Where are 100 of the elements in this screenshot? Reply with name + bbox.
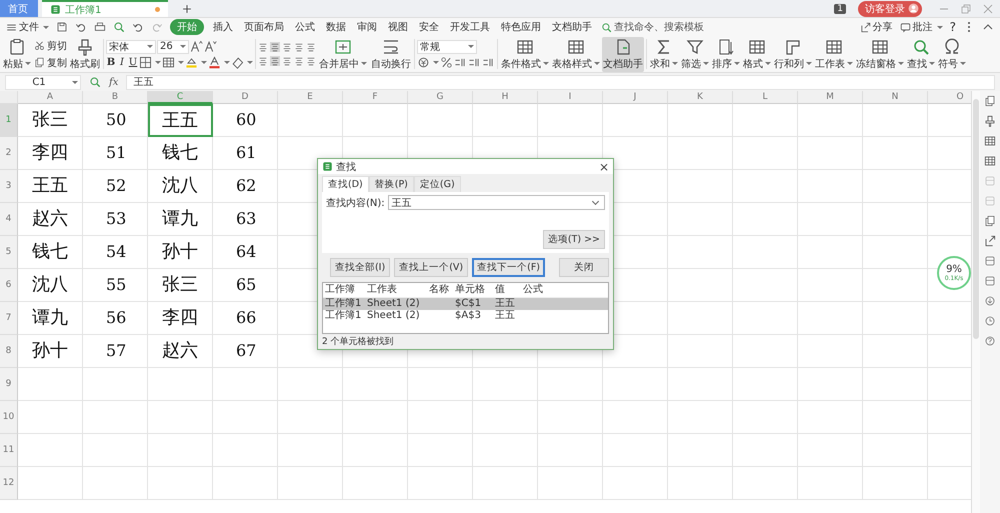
wrap-text-button[interactable]: 自动换行 xyxy=(370,36,412,72)
table-cell[interactable] xyxy=(668,467,733,500)
table-cell[interactable] xyxy=(733,236,798,269)
table-cell[interactable] xyxy=(148,467,213,500)
table-cell[interactable] xyxy=(798,434,863,467)
table-cell[interactable] xyxy=(863,401,928,434)
undo-icon[interactable] xyxy=(75,21,87,33)
table-cell[interactable] xyxy=(83,467,148,500)
grid-icon[interactable] xyxy=(984,155,996,167)
table-cell[interactable] xyxy=(603,104,668,137)
row-header[interactable]: 3 xyxy=(0,170,18,203)
table-cell[interactable]: 谭九 xyxy=(18,302,83,335)
menu-tab[interactable]: 页面布局 xyxy=(242,19,286,35)
ribbon-button[interactable]: 工作表 xyxy=(814,36,854,72)
table-cell[interactable]: 52 xyxy=(83,170,148,203)
menu-tab[interactable]: 特色应用 xyxy=(499,19,543,35)
table-cell[interactable] xyxy=(278,368,343,401)
table-cell[interactable] xyxy=(668,269,733,302)
table-cell[interactable] xyxy=(798,269,863,302)
ribbon-button[interactable]: 行和列 xyxy=(773,36,813,72)
panel-icon[interactable] xyxy=(984,255,996,267)
table-cell[interactable] xyxy=(18,401,83,434)
copy-button[interactable]: 复制 xyxy=(34,56,67,70)
table-cell[interactable] xyxy=(798,236,863,269)
help-button[interactable]: ? xyxy=(950,20,956,34)
table-cell[interactable] xyxy=(473,467,538,500)
history-icon[interactable] xyxy=(984,315,996,327)
table-cell[interactable] xyxy=(18,434,83,467)
notification-badge[interactable]: 1 xyxy=(834,4,846,14)
table-cell[interactable] xyxy=(408,401,473,434)
table-cell[interactable] xyxy=(538,467,603,500)
table-cell[interactable] xyxy=(83,401,148,434)
column-header[interactable]: F xyxy=(343,91,408,104)
table-cell[interactable] xyxy=(733,269,798,302)
row-header[interactable]: 2 xyxy=(0,137,18,170)
table-cell[interactable] xyxy=(538,104,603,137)
column-header[interactable]: H xyxy=(473,91,538,104)
column-header[interactable]: G xyxy=(408,91,473,104)
restore-icon[interactable] xyxy=(960,2,972,14)
table-cell[interactable] xyxy=(733,335,798,368)
merge-center-button[interactable]: 合并居中 xyxy=(318,36,368,72)
table-cell[interactable] xyxy=(863,467,928,500)
table-cell[interactable] xyxy=(798,302,863,335)
formula-input[interactable]: 王五 xyxy=(126,74,995,90)
table-cell[interactable]: 60 xyxy=(213,104,278,137)
table-cell[interactable] xyxy=(668,236,733,269)
table-cell[interactable] xyxy=(733,302,798,335)
row-header[interactable]: 8 xyxy=(0,335,18,368)
save-icon[interactable] xyxy=(56,21,68,33)
table-cell[interactable]: 沈八 xyxy=(18,269,83,302)
row-header[interactable]: 6 xyxy=(0,269,18,302)
paste-button[interactable]: 粘贴 xyxy=(2,36,32,72)
table-cell[interactable] xyxy=(863,368,928,401)
column-header[interactable]: J xyxy=(603,91,668,104)
table-cell[interactable]: 65 xyxy=(213,269,278,302)
dialog-tab[interactable]: 替换(P) xyxy=(368,176,414,192)
column-header[interactable]: I xyxy=(538,91,603,104)
table-cell[interactable]: 64 xyxy=(213,236,278,269)
table-cell[interactable] xyxy=(798,335,863,368)
column-header[interactable]: O xyxy=(928,91,971,104)
menu-tab[interactable]: 视图 xyxy=(386,19,410,35)
cut-button[interactable]: 剪切 xyxy=(34,38,67,52)
table-cell[interactable] xyxy=(798,104,863,137)
column-header[interactable]: L xyxy=(733,91,798,104)
fill-color-icon[interactable] xyxy=(185,56,198,68)
table-cell[interactable] xyxy=(278,401,343,434)
table-cell[interactable]: 王五 xyxy=(148,104,213,137)
table-cell[interactable] xyxy=(798,401,863,434)
table-cell[interactable] xyxy=(863,203,928,236)
result-row[interactable]: 工作簿1 Sheet1 (2) $A$3 王五 xyxy=(323,310,608,322)
currency-icon[interactable] xyxy=(417,56,430,68)
comment-button[interactable]: 批注 xyxy=(900,20,943,34)
font-name-select[interactable]: 宋体 xyxy=(106,40,156,54)
eraser-icon[interactable] xyxy=(231,56,244,68)
table-cell[interactable] xyxy=(603,401,668,434)
table-cell[interactable] xyxy=(473,434,538,467)
row-header[interactable]: 5 xyxy=(0,236,18,269)
column-header[interactable]: K xyxy=(668,91,733,104)
table-cell[interactable] xyxy=(278,467,343,500)
close-icon[interactable] xyxy=(982,2,994,14)
select-all-corner[interactable] xyxy=(0,91,18,104)
ribbon-button[interactable]: 排序 xyxy=(711,36,741,72)
table-cell[interactable]: 56 xyxy=(83,302,148,335)
table-cell[interactable] xyxy=(148,401,213,434)
align-icon[interactable] xyxy=(270,42,280,52)
align-icon[interactable] xyxy=(270,56,280,66)
table-cell[interactable] xyxy=(603,467,668,500)
dialog-tab[interactable]: 定位(G) xyxy=(414,176,461,192)
menu-tab[interactable]: 数据 xyxy=(324,19,348,35)
column-header[interactable]: 单元格 xyxy=(455,283,493,297)
align-icon[interactable] xyxy=(282,56,292,66)
column-header[interactable]: E xyxy=(278,91,343,104)
table-cell[interactable] xyxy=(538,368,603,401)
options-button[interactable]: 选项(T) >> xyxy=(542,230,605,249)
font-grow-icon[interactable] xyxy=(190,40,203,53)
table-cell[interactable] xyxy=(733,434,798,467)
table-cell[interactable]: 钱七 xyxy=(148,137,213,170)
table-cell[interactable] xyxy=(863,434,928,467)
table-cell[interactable]: 王五 xyxy=(18,170,83,203)
panel-icon[interactable] xyxy=(984,275,996,287)
